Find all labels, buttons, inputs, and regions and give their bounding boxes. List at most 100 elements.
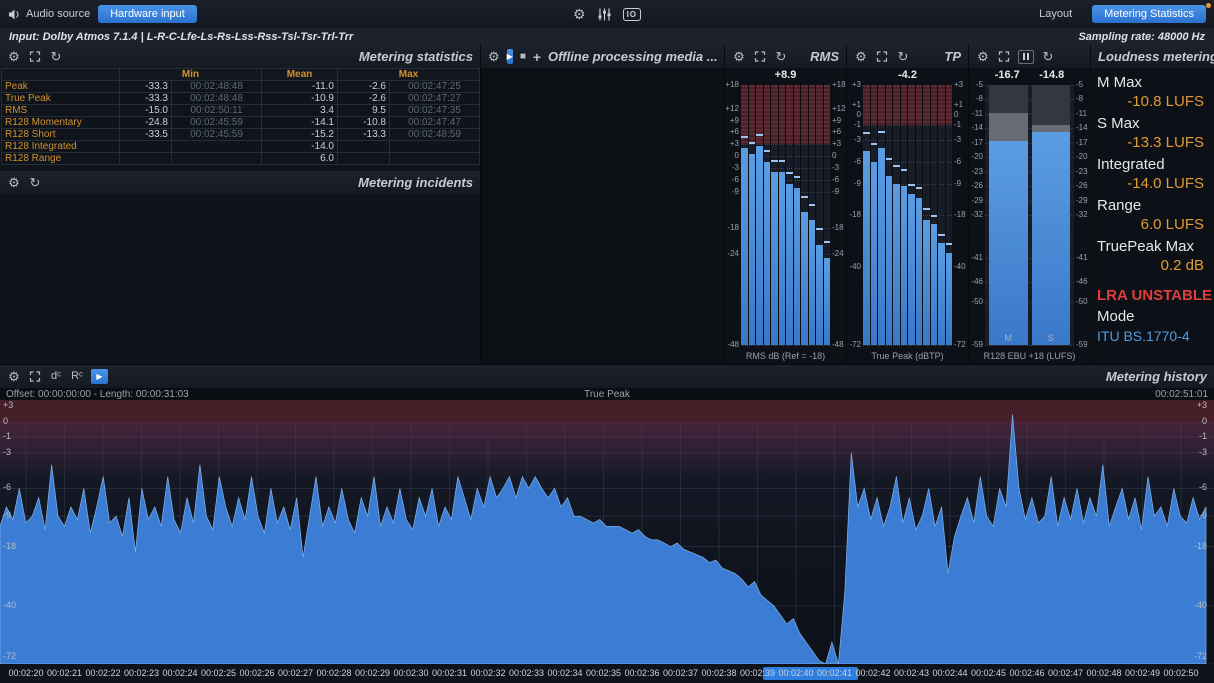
table-cell [338,153,390,165]
audio-metering-app: Audio source Hardware input ⚙ IO Layout … [0,0,1214,683]
meter-channel [886,85,894,345]
rms-headline-value: +8.9 [741,69,830,84]
refresh-icon[interactable]: ↻ [28,176,42,189]
meter-tick-label: -23 [1076,168,1090,176]
expand-icon[interactable] [997,51,1011,62]
mode-label: Mode [1091,306,1214,326]
gear-icon[interactable]: ⚙ [7,370,21,383]
gear-icon[interactable]: ⚙ [7,176,21,189]
settings-gear-icon[interactable]: ⚙ [573,7,586,21]
history-graph[interactable]: +3+300-1-1-3-3-6-6-9-9-18-18-40-40-72-72 [0,400,1214,664]
lufs-channel-m: M [989,85,1028,345]
table-cell: 6.0 [262,153,338,165]
refresh-icon[interactable]: ↻ [774,50,788,63]
input-info-bar: Input: Dolby Atmos 7.1.4 | L-R-C-Lfe-Ls-… [0,28,1214,45]
stop-icon[interactable]: ■ [520,52,526,62]
table-cell: 00:02:45:59 [172,117,262,129]
meter-tick-label: -6 [954,158,968,166]
lufs-channel-label: M [989,333,1028,343]
layout-button[interactable]: Layout [1027,5,1084,23]
meter-tick-label: -3 [954,136,968,144]
history-y-tick-label: -1 [3,432,11,441]
refresh-icon[interactable]: ↻ [896,50,910,63]
gear-icon[interactable]: ⚙ [854,50,868,63]
history-y-tick-label: -6 [1199,483,1207,492]
history-time-label: 00:02:39 [740,668,775,678]
meter-tick-label: -32 [969,211,983,219]
audio-source-button[interactable]: Audio source [8,8,90,20]
rms-meter-body: +18+18+12+12+9+9+6+6+3+300-3-3-6-6-9-9-1… [741,85,830,345]
sliders-icon[interactable] [598,8,611,21]
metering-statistics-button[interactable]: Metering Statistics [1092,5,1206,23]
history-y-tick-label: -6 [3,483,11,492]
meter-tick-label: +6 [832,128,846,136]
refresh-icon[interactable]: ↻ [49,50,63,63]
expand-icon[interactable] [28,51,42,62]
metering-history-panel: ⚙ dᶜ Rᶜ ▶ Metering history True Peak Off… [0,365,1214,683]
rc-mode-icon[interactable]: Rᶜ [70,371,84,382]
meter-peak-marker [938,234,945,236]
meter-tick-label: -72 [954,341,968,349]
loudness-bar-meter-panel: ⚙ ↻ -16.7 -14.8 -5-5-8-8-11-11-14-14-17-… [969,45,1090,364]
meter-bar-fill [893,184,900,345]
lra-warning: LRA UNSTABLE [1091,277,1214,306]
gear-icon[interactable]: ⚙ [976,50,990,63]
lufs-above-max-segment [989,85,1028,113]
table-row: R128 Range 6.0 [2,153,480,165]
table-cell: R128 Range [2,153,120,165]
meter-peak-marker [908,184,915,186]
meter-peak-marker [916,187,923,189]
table-cell: 9.5 [338,105,390,117]
lufs-level-segment [1032,132,1071,345]
pause-icon[interactable] [1018,50,1034,64]
offline-processing-panel: ⚙ ▶ ■ + Offline processing media ... [481,45,724,364]
table-cell [390,141,480,153]
play-icon[interactable]: ▶ [507,49,513,64]
meter-channel [741,85,749,345]
refresh-icon[interactable]: ↻ [1041,50,1055,63]
expand-icon[interactable] [753,51,767,62]
table-row: R128 Integrated-14.0 [2,141,480,153]
expand-icon[interactable] [28,371,42,382]
dc-mode-icon[interactable]: dᶜ [49,371,63,382]
history-time-label: 00:02:45 [971,668,1006,678]
meter-channel [931,85,939,345]
lufs-panel-header: ⚙ ↻ [969,45,1090,68]
play-icon[interactable]: ▶ [91,369,108,384]
io-routing-icon[interactable]: IO [623,8,641,21]
meter-peak-marker [794,176,801,178]
add-media-icon[interactable]: + [533,50,541,64]
lufs-bars: MS [989,85,1070,345]
hardware-input-button[interactable]: Hardware input [98,5,197,23]
meter-tick-label: +3 [954,81,968,89]
meter-tick-label: -14 [969,124,983,132]
gear-icon[interactable]: ⚙ [7,50,21,63]
table-cell: -15.2 [262,129,338,141]
table-cell: -13.3 [338,129,390,141]
gear-icon[interactable]: ⚙ [488,50,500,63]
gear-icon[interactable]: ⚙ [732,50,746,63]
meter-peak-marker [863,132,870,134]
meter-peak-marker [801,196,808,198]
meter-channel [809,85,817,345]
expand-icon[interactable] [875,51,889,62]
history-time-label: 00:02:32 [470,668,505,678]
meter-tick-label: -18 [832,224,846,232]
history-series-label: True Peak [0,389,1214,400]
meter-channel [764,85,772,345]
meter-tick-label: -40 [847,263,861,271]
lufs-level-segment [989,141,1028,345]
incidents-panel-title: Metering incidents [358,175,473,190]
history-time-label: 00:02:37 [663,668,698,678]
meter-tick-label: -14 [1076,124,1090,132]
meter-tick-label: 0 [832,152,846,160]
meter-tick-label: +18 [725,81,739,89]
rms-meter-panel: ⚙ ↻ RMS +8.9 +18+18+12+12+9+9+6+6+3+300-… [725,45,846,364]
lufs-meter-body: -5-5-8-8-11-11-14-14-17-17-20-20-23-23-2… [985,85,1074,345]
stats-header-empty [2,69,120,81]
meter-tick-label: -9 [725,188,739,196]
history-time-label: 00:02:48 [1086,668,1121,678]
loudness-item-label: M Max [1097,72,1206,92]
lufs-channel-label: S [1032,333,1071,343]
meter-channel [786,85,794,345]
